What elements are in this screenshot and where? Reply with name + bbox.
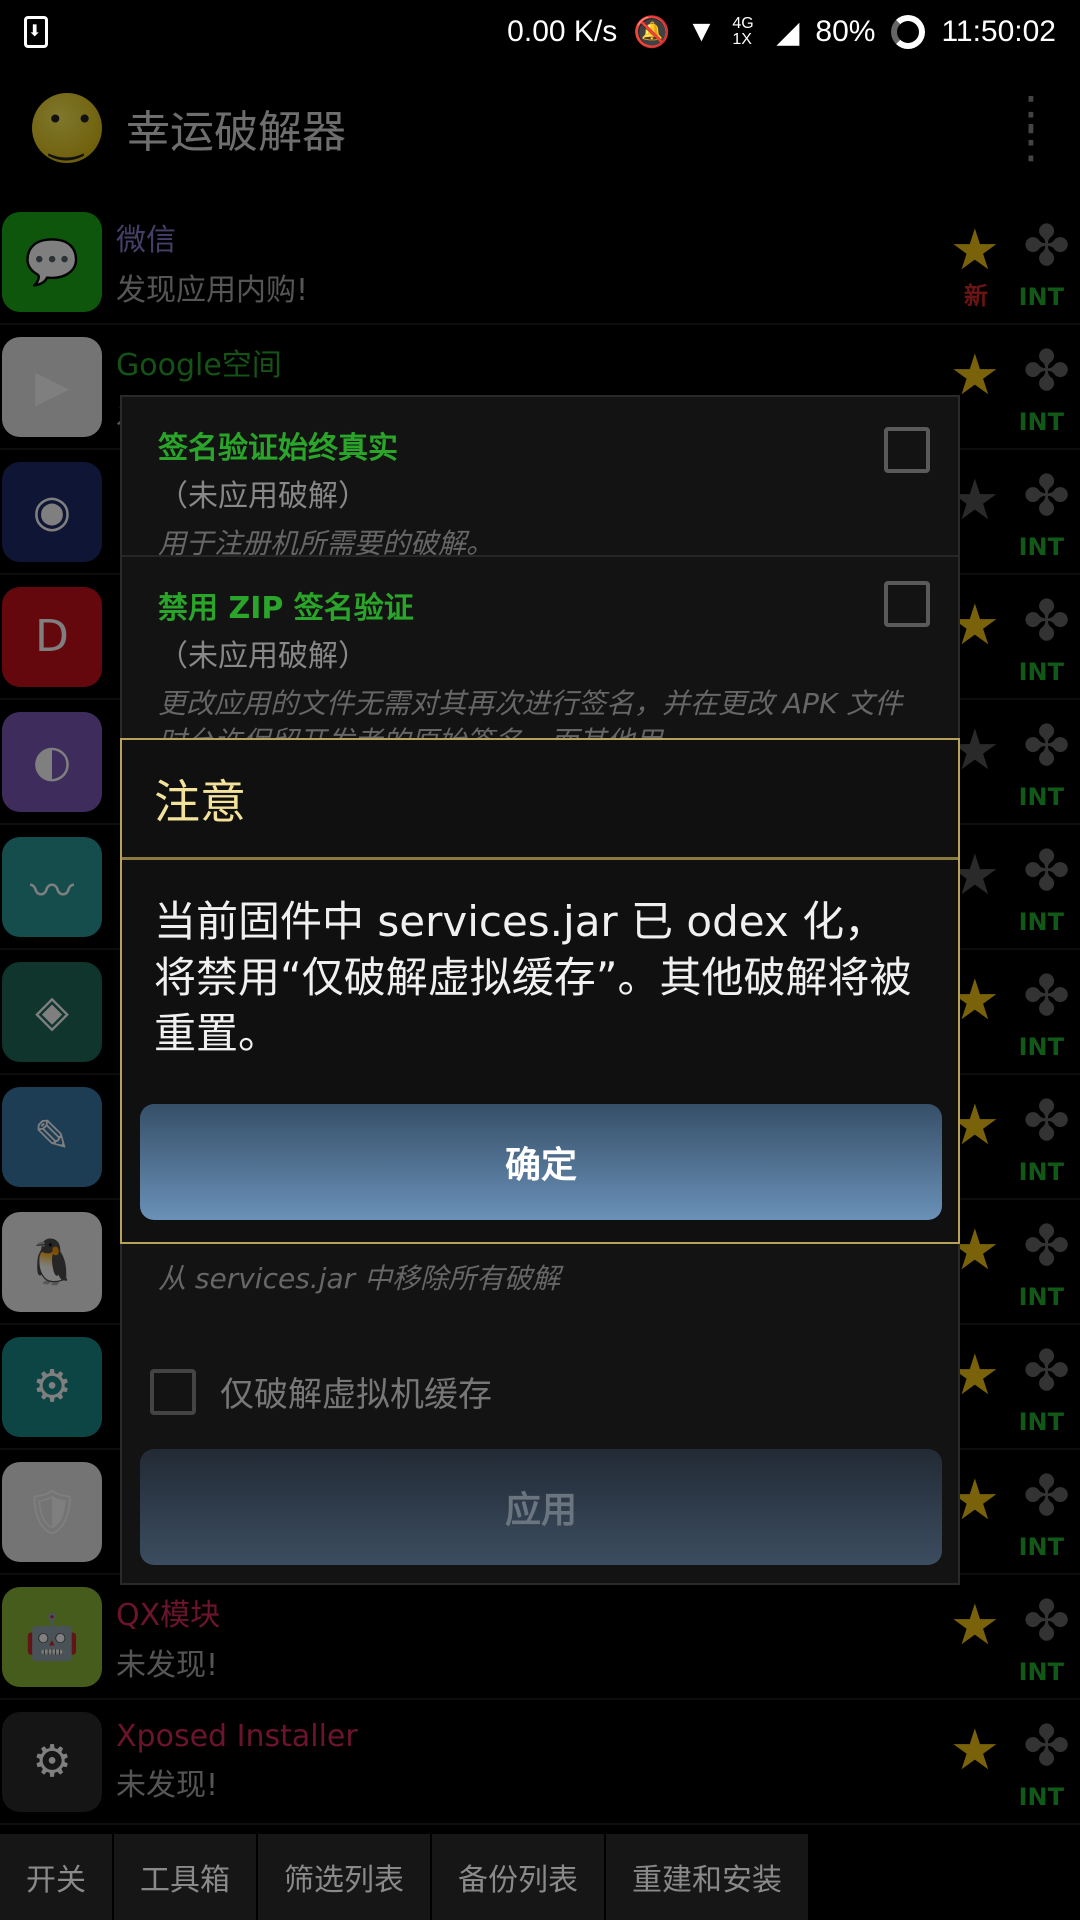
alert-title: 注意 — [122, 740, 958, 860]
status-bar: 0.00 K/s 🔕 ▼ 4G 1X ◢ 80% 11:50:02 — [0, 0, 1080, 64]
patch-title: 签名验证始终真实 — [158, 431, 398, 466]
patch-checkbox-zip[interactable] — [884, 581, 930, 627]
clock: 11:50:02 — [941, 15, 1056, 48]
battery-percent: 80% — [815, 15, 876, 48]
vm-only-label: 仅破解虚拟机缓存 — [220, 1375, 492, 1415]
net-speed: 0.00 K/s — [507, 15, 618, 48]
tab-rebuild[interactable]: 重建和安装 — [606, 1834, 810, 1920]
ok-button[interactable]: 确定 — [140, 1104, 942, 1220]
patch-state: （未应用破解） — [158, 639, 368, 674]
network-type: 4G 1X — [732, 15, 754, 48]
patch-checkbox-signature[interactable] — [884, 427, 930, 473]
bottom-tabs: 开关 工具箱 筛选列表 备份列表 重建和安装 — [0, 1834, 1080, 1920]
tab-switch[interactable]: 开关 — [0, 1834, 114, 1920]
vm-only-checkbox[interactable] — [150, 1368, 196, 1415]
patch-item-signature[interactable]: 签名验证始终真实 （未应用破解） 用于注册机所需要的破解。 — [122, 397, 958, 560]
battery-icon — [891, 15, 926, 49]
tab-backup[interactable]: 备份列表 — [432, 1834, 606, 1920]
patch-state: （未应用破解） — [158, 479, 368, 514]
wifi-icon: ▼ — [686, 15, 717, 48]
mute-bell-icon: 🔕 — [633, 15, 671, 49]
patch-title: 禁用 ZIP 签名验证 — [158, 591, 414, 626]
signal-icon: ◢ — [776, 15, 800, 49]
tab-filter[interactable]: 筛选列表 — [258, 1834, 432, 1920]
apply-button[interactable]: 应用 — [140, 1449, 942, 1565]
alert-dialog: 注意 当前固件中 services.jar 已 odex 化，将禁用“仅破解虚拟… — [120, 738, 960, 1244]
tab-toolbox[interactable]: 工具箱 — [114, 1834, 258, 1920]
patch-item-zip[interactable]: 禁用 ZIP 签名验证 （未应用破解） 更改应用的文件无需对其再次进行签名，并在… — [122, 555, 958, 755]
vm-only-option[interactable]: 仅破解虚拟机缓存 — [150, 1367, 492, 1416]
alert-message: 当前固件中 services.jar 已 odex 化，将禁用“仅破解虚拟缓存”… — [154, 897, 912, 1058]
remove-patches-desc: 从 services.jar 中移除所有破解 — [158, 1262, 561, 1295]
download-icon — [24, 16, 48, 48]
